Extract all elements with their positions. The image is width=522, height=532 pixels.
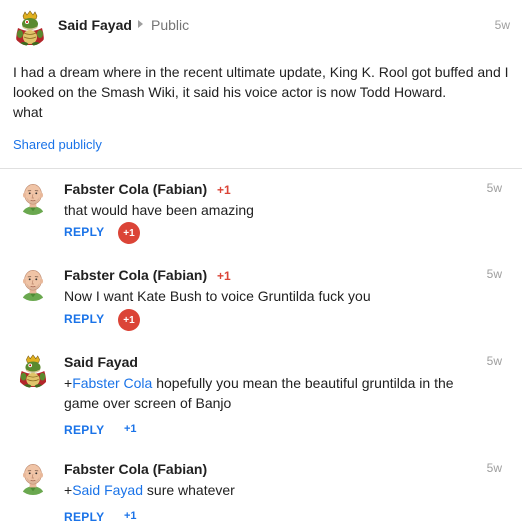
comment: Said Fayad 5w +Fabster Cola hopefully yo… — [0, 354, 522, 444]
comment-time[interactable]: 5w — [487, 181, 502, 195]
post-body-line: I had a dream where in the recent ultima… — [13, 64, 509, 80]
comment-time[interactable]: 5w — [487, 461, 502, 475]
bald-man-avatar-icon — [16, 461, 50, 495]
reply-button[interactable]: REPLY — [64, 312, 104, 326]
reply-button[interactable]: REPLY — [64, 225, 104, 239]
mention-link[interactable]: Said Fayad — [72, 482, 143, 498]
comment-author-name[interactable]: Fabster Cola (Fabian) — [64, 181, 207, 197]
divider — [0, 168, 522, 169]
post-visibility[interactable]: Public — [151, 17, 189, 33]
comment-avatar[interactable] — [16, 354, 50, 388]
comment-avatar[interactable] — [16, 267, 50, 301]
post-body-line: what — [13, 104, 43, 120]
bald-man-avatar-icon — [16, 181, 50, 215]
comment-author-name[interactable]: Fabster Cola (Fabian) — [64, 267, 207, 283]
comment-text-content: that would have been amazing — [64, 202, 254, 218]
king-k-rool-avatar-icon — [12, 10, 48, 46]
comment-author: Fabster Cola (Fabian) — [64, 461, 207, 477]
comment-text: +Said Fayad sure whatever — [64, 480, 464, 500]
plus-one-button[interactable]: +1 — [124, 510, 137, 522]
comment: Fabster Cola (Fabian) +1 5w Now I want K… — [0, 267, 522, 347]
bald-man-avatar-icon — [16, 267, 50, 301]
caret-right-icon — [138, 20, 143, 28]
post-body-line: looked on the Smash Wiki, it said his vo… — [13, 84, 447, 100]
comment-author-name[interactable]: Said Fayad — [64, 354, 138, 370]
comment-text-content: sure whatever — [143, 482, 235, 498]
comment-plus-count: +1 — [217, 269, 231, 283]
comment-avatar[interactable] — [16, 461, 50, 495]
comment-author: Fabster Cola (Fabian) +1 — [64, 181, 231, 197]
reply-button[interactable]: REPLY — [64, 423, 104, 437]
reply-button[interactable]: REPLY — [64, 510, 104, 524]
comment-text-prefix: + — [64, 375, 73, 391]
post-header: Said Fayad Public 5w — [12, 8, 512, 46]
mention-link[interactable]: Fabster Cola — [72, 375, 152, 391]
post-author-avatar[interactable] — [12, 10, 48, 46]
comment-text: that would have been amazing — [64, 200, 464, 220]
comment-time[interactable]: 5w — [487, 354, 502, 368]
comment-time[interactable]: 5w — [487, 267, 502, 281]
comment-text: +Fabster Cola hopefully you mean the bea… — [64, 373, 464, 413]
comment-text-content: Now I want Kate Bush to voice Gruntilda … — [64, 288, 371, 304]
comment-plus-count: +1 — [217, 183, 231, 197]
comment: Fabster Cola (Fabian) 5w +Said Fayad sur… — [0, 461, 522, 531]
post-time[interactable]: 5w — [495, 18, 510, 32]
king-k-rool-avatar-icon — [16, 354, 50, 388]
post-body: I had a dream where in the recent ultima… — [13, 62, 511, 122]
shared-publicly-link[interactable]: Shared publicly — [13, 137, 102, 152]
comment-author-name[interactable]: Fabster Cola (Fabian) — [64, 461, 207, 477]
comment-text: Now I want Kate Bush to voice Gruntilda … — [64, 286, 464, 306]
comment-author: Fabster Cola (Fabian) +1 — [64, 267, 231, 283]
plus-one-button[interactable]: +1 — [118, 309, 140, 331]
comment-text-prefix: + — [64, 482, 73, 498]
plus-one-button[interactable]: +1 — [124, 423, 137, 435]
comment-author: Said Fayad — [64, 354, 138, 370]
comment-avatar[interactable] — [16, 181, 50, 215]
plus-one-button[interactable]: +1 — [118, 222, 140, 244]
post-author-name[interactable]: Said Fayad — [58, 17, 132, 33]
comment: Fabster Cola (Fabian) +1 5w that would h… — [0, 181, 522, 261]
